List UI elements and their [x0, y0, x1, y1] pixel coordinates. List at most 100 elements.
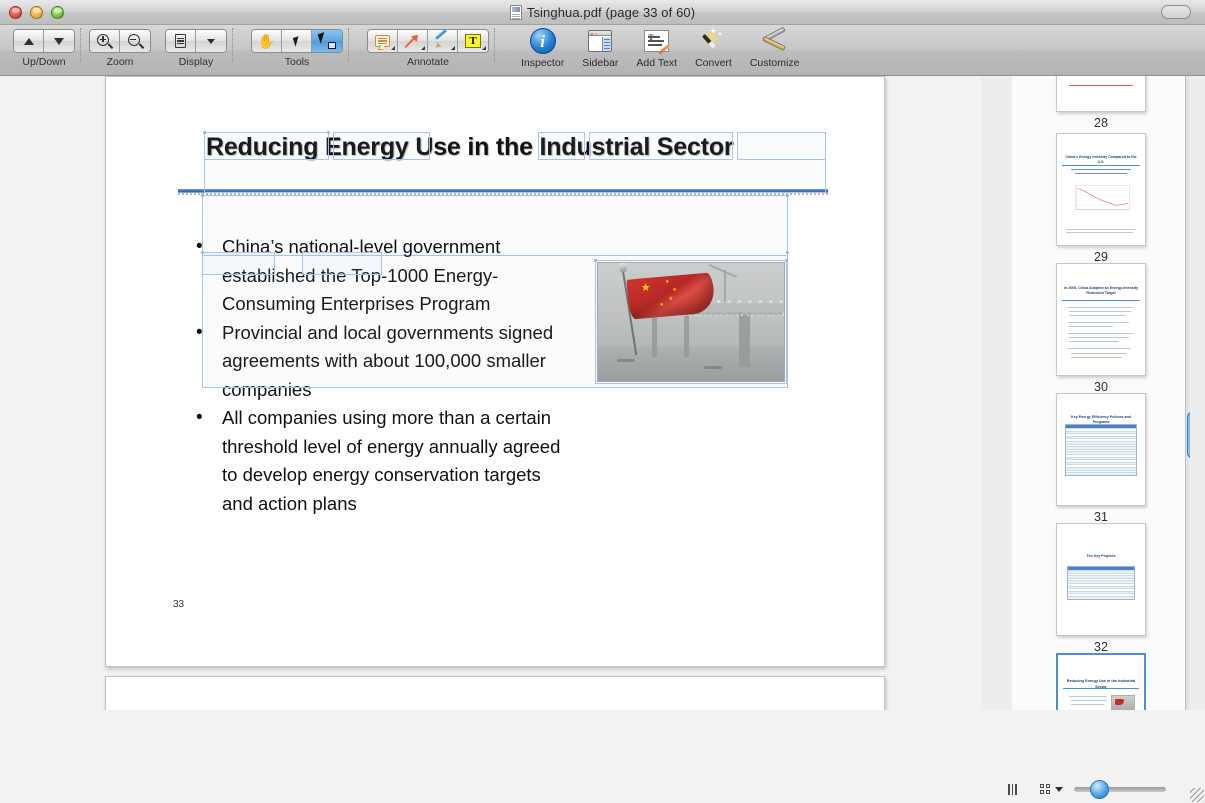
add-text-label: Add Text [636, 57, 677, 69]
display-segmented-control [165, 29, 227, 53]
chevron-down-icon [207, 39, 215, 44]
arrow-annotation-icon [405, 34, 420, 49]
add-text-button[interactable]: T Add Text [627, 25, 686, 69]
zoom-in-icon [97, 34, 112, 49]
pdf-page-33[interactable]: Reducing Energy Use in the Industrial Se… [105, 76, 885, 667]
zoom-segmented-control [89, 29, 151, 53]
sidebar-scrollbar[interactable] [1185, 76, 1190, 786]
updown-segmented-control [13, 29, 75, 53]
display-mode-icon [175, 34, 186, 48]
convert-button[interactable]: ✦ ✦ Convert [686, 25, 741, 69]
title-underline [178, 189, 828, 193]
window-controls [9, 6, 64, 19]
page-up-button[interactable] [14, 30, 44, 52]
flag-star-icon: ★ [665, 280, 669, 285]
toolbar-toggle-button[interactable] [1161, 5, 1191, 19]
thumbnail-29[interactable]: China's Energy Intensity Compared to the… [1012, 133, 1190, 264]
thumbnail-page-preview[interactable]: In 2005, China Adopted an Energy-Intensi… [1056, 263, 1146, 376]
thumbnail-size-slider[interactable] [1074, 779, 1166, 799]
pdf-page-view[interactable]: Reducing Energy Use in the Industrial Se… [0, 76, 981, 786]
bullet-marker: • [196, 233, 222, 319]
bullet-marker: • [196, 319, 222, 405]
flag-star-icon: ★ [659, 303, 663, 308]
customize-button[interactable]: Customize [741, 25, 809, 69]
zoom-in-button[interactable] [90, 30, 120, 52]
thumbnail-31[interactable]: Key Energy Efficiency Policies and Progr… [1012, 393, 1190, 524]
window-resize-grip[interactable] [1190, 788, 1204, 802]
thumbnail-28[interactable]: 28 [1012, 76, 1190, 130]
sidebar-scrollbar-thumb[interactable] [1187, 411, 1190, 459]
thumbnail-page-preview[interactable]: China's Energy Intensity Compared to the… [1056, 133, 1146, 246]
hand-tool-button[interactable]: ✋ [252, 30, 282, 52]
minimize-button[interactable] [30, 6, 43, 19]
pencil-tool-button[interactable] [428, 30, 458, 52]
slide-title: Reducing Energy Use in the Industrial Se… [206, 133, 733, 162]
image-boat [617, 359, 635, 362]
thumbnail-number: 28 [1094, 116, 1108, 130]
column-view-button[interactable] [1008, 779, 1017, 799]
thumbnail-title: In 2005, China Adopted an Energy-Intensi… [1062, 286, 1139, 297]
pdf-document-icon [510, 5, 522, 20]
text-select-tool-button[interactable] [312, 30, 342, 52]
arrow-tool-button[interactable] [282, 30, 312, 52]
info-icon: i [530, 28, 556, 54]
toolbar-label-tools: Tools [285, 56, 310, 68]
thumbnail-page-preview[interactable]: Ten Key Projects [1056, 523, 1146, 636]
add-text-icon: T [644, 30, 669, 52]
thumbnail-30[interactable]: In 2005, China Adopted an Energy-Intensi… [1012, 263, 1190, 394]
image-pier [684, 310, 689, 357]
magic-wand-icon: ✦ ✦ [700, 28, 726, 54]
image-water [598, 346, 784, 381]
toolbar-group-annotate: T Annotate [360, 25, 496, 68]
page-down-button[interactable] [44, 30, 74, 52]
thumbnail-sidebar[interactable]: 28 China's Energy Intensity Compared to … [1012, 76, 1190, 786]
display-mode-button[interactable] [166, 30, 196, 52]
zoom-out-button[interactable] [120, 30, 150, 52]
tools-segmented-control: ✋ [251, 29, 343, 53]
customize-label: Customize [750, 57, 800, 69]
hand-icon: ✋ [258, 34, 275, 48]
chevron-down-icon [1055, 787, 1063, 792]
slider-track[interactable] [1074, 787, 1166, 792]
annotate-segmented-control: T [367, 29, 489, 53]
bullet-item: • Provincial and local governments signe… [196, 319, 576, 405]
note-icon [375, 35, 390, 47]
inspector-button[interactable]: i Inspector [512, 25, 573, 69]
toolbar-group-tools: ✋ Tools [244, 25, 350, 68]
sidebar-icon [588, 30, 612, 52]
slide-bullet-list: • China’s national-level government esta… [196, 233, 576, 518]
toolbar-label-updown: Up/Down [22, 56, 65, 68]
thumbnail-number: 32 [1094, 640, 1108, 654]
toolbar-label-zoom: Zoom [107, 56, 134, 68]
maximize-button[interactable] [51, 6, 64, 19]
thumbnail-number: 29 [1094, 250, 1108, 264]
flag-star-icon: ★ [672, 288, 676, 293]
display-menu-button[interactable] [196, 30, 226, 52]
down-arrow-icon [54, 38, 64, 45]
arrow-icon [292, 36, 300, 46]
slide-image: ★ ★ ★ ★ ★ [597, 262, 785, 382]
toolbar-label-annotate: Annotate [407, 56, 449, 68]
thumbnail-page-preview[interactable]: Key Energy Efficiency Policies and Progr… [1056, 393, 1146, 506]
toolbar-label-display: Display [179, 56, 213, 68]
slider-knob[interactable] [1090, 780, 1109, 799]
close-button[interactable] [9, 6, 22, 19]
pdf-bottom-filler [0, 710, 981, 803]
sidebar-button[interactable]: Sidebar [573, 25, 627, 69]
note-tool-button[interactable] [368, 30, 398, 52]
bullet-text: China’s national-level government establ… [222, 233, 576, 319]
flag-star-icon: ★ [669, 297, 673, 302]
image-boat [704, 366, 722, 369]
layout-grid-icon [1040, 784, 1051, 795]
bullet-text: All companies using more than a certain … [222, 404, 576, 518]
arrow-annotation-button[interactable] [398, 30, 428, 52]
window-bottom-area [0, 710, 1205, 803]
layout-menu-button[interactable] [1040, 779, 1063, 799]
bullet-marker: • [196, 404, 222, 518]
thumbnail-32[interactable]: Ten Key Projects 32 [1012, 523, 1190, 654]
toolbar-group-zoom: Zoom [82, 25, 158, 68]
text-box-tool-button[interactable]: T [458, 30, 488, 52]
thumbnail-page-preview[interactable] [1056, 76, 1146, 112]
window-title-group: Tsinghua.pdf (page 33 of 60) [0, 0, 1205, 25]
up-arrow-icon [24, 38, 34, 45]
